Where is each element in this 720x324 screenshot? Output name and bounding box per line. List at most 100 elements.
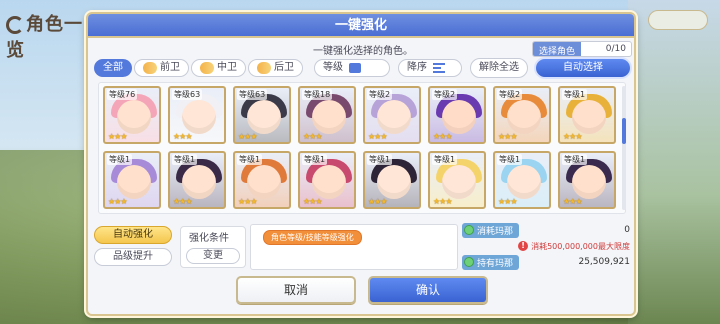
character-card[interactable]: 等级63 ★★★ xyxy=(233,86,291,144)
character-portrait xyxy=(182,100,216,134)
character-stars: ★★★ xyxy=(108,132,127,141)
mana-cost-value: 0 xyxy=(624,225,630,235)
position-filter-tabs: 全部 前卫 中卫 后卫 xyxy=(94,59,305,77)
dialog-footer: 取消 确认 xyxy=(88,276,634,314)
character-portrait xyxy=(572,165,606,199)
sort-icon xyxy=(349,63,361,73)
character-level: 等级18 xyxy=(302,89,333,100)
character-card[interactable]: 等级76 ★★★ xyxy=(103,86,161,144)
character-stars: ★★★ xyxy=(433,132,452,141)
character-stars: ★★★ xyxy=(303,197,322,206)
position-icon xyxy=(143,62,157,74)
warning-icon: ! xyxy=(518,241,529,251)
character-card[interactable]: 等级1 ★★★ xyxy=(558,151,616,209)
character-level: 等级63 xyxy=(237,89,268,100)
mana-coin-icon xyxy=(464,257,474,267)
mana-warning: ! 消耗500,000,000最大限度 xyxy=(462,238,632,254)
tab-front[interactable]: 前卫 xyxy=(134,59,189,77)
condition-tags-panel: 角色等级/技能等级强化 xyxy=(250,224,458,270)
character-level: 等级1 xyxy=(562,89,588,100)
character-stars: ★★★ xyxy=(173,132,192,141)
condition-label: 强化条件 xyxy=(189,233,229,244)
character-portrait xyxy=(182,165,216,199)
background-title: 角色一览 xyxy=(6,14,83,61)
confirm-button[interactable]: 确认 xyxy=(368,276,488,304)
character-card[interactable]: 等级63 ★★★ xyxy=(168,86,226,144)
character-card[interactable]: 等级1 ★★★ xyxy=(298,151,356,209)
mana-owned-value: 25,509,921 xyxy=(578,257,630,267)
character-stars: ★★★ xyxy=(238,132,257,141)
character-stars: ★★★ xyxy=(563,197,582,206)
character-portrait xyxy=(442,100,476,134)
character-portrait xyxy=(247,165,281,199)
character-card[interactable]: 等级1 ★★★ xyxy=(558,86,616,144)
background-right xyxy=(628,0,720,324)
selection-label: 选择角色 xyxy=(533,42,582,57)
cancel-button[interactable]: 取消 xyxy=(236,276,356,304)
character-card[interactable]: 等级1 ★★★ xyxy=(363,151,421,209)
character-stars: ★★★ xyxy=(108,197,127,206)
character-level: 等级1 xyxy=(172,154,198,165)
character-card[interactable]: 等级1 ★★★ xyxy=(233,151,291,209)
character-card[interactable]: 等级2 ★★★ xyxy=(428,86,486,144)
swirl-icon xyxy=(6,16,24,34)
character-portrait xyxy=(312,100,346,134)
character-portrait xyxy=(117,165,151,199)
mana-cost-row: 消耗玛那 0 xyxy=(462,222,632,238)
scrollbar-thumb[interactable] xyxy=(622,118,626,144)
character-card[interactable]: 等级18 ★★★ xyxy=(298,86,356,144)
rank-up-button[interactable]: 品级提升 xyxy=(94,248,172,266)
character-stars: ★★★ xyxy=(238,197,257,206)
character-portrait xyxy=(247,100,281,134)
character-level: 等级1 xyxy=(562,154,588,165)
auto-select-button[interactable]: 自动选择 xyxy=(534,57,632,79)
character-stars: ★★★ xyxy=(368,132,387,141)
character-card[interactable]: 等级1 ★★★ xyxy=(493,151,551,209)
change-condition-button[interactable]: 变更 xyxy=(186,248,240,264)
character-level: 等级63 xyxy=(172,89,203,100)
sort-order-button[interactable]: 降序 xyxy=(398,59,462,77)
tab-all[interactable]: 全部 xyxy=(94,59,132,77)
tab-middle[interactable]: 中卫 xyxy=(191,59,246,77)
character-portrait xyxy=(377,100,411,134)
character-stars: ★★★ xyxy=(433,197,452,206)
character-stars: ★★★ xyxy=(498,197,517,206)
character-level: 等级1 xyxy=(497,154,523,165)
tab-back[interactable]: 后卫 xyxy=(248,59,303,77)
character-portrait xyxy=(377,165,411,199)
character-stars: ★★★ xyxy=(173,197,192,206)
order-icon xyxy=(433,63,445,73)
mana-panel: 消耗玛那 0 ! 消耗500,000,000最大限度 持有玛那 25,509,92… xyxy=(462,222,632,274)
character-card[interactable]: 等级1 ★★★ xyxy=(103,151,161,209)
selection-value: 0/10 xyxy=(605,44,626,54)
character-level: 等级1 xyxy=(432,154,458,165)
character-level: 等级1 xyxy=(237,154,263,165)
auto-enhance-button[interactable]: 自动强化 xyxy=(94,226,172,244)
character-card[interactable]: 等级1 ★★★ xyxy=(428,151,486,209)
sort-level-button[interactable]: 等级 xyxy=(314,59,390,77)
character-level: 等级2 xyxy=(432,89,458,100)
position-icon xyxy=(200,62,214,74)
condition-panel: 强化条件 变更 xyxy=(180,226,246,268)
character-level: 等级2 xyxy=(497,89,523,100)
character-portrait xyxy=(442,165,476,199)
character-card[interactable]: 等级2 ★★★ xyxy=(493,86,551,144)
character-portrait xyxy=(312,165,346,199)
character-level: 等级1 xyxy=(302,154,328,165)
character-grid: 等级76 ★★★ 等级63 ★★★ 等级63 ★★★ 等级18 ★★★ 等级2 ★★★ 等级2 ★★★… xyxy=(98,82,626,214)
selection-counter: 选择角色 0/10 xyxy=(532,41,632,57)
grid-scrollbar[interactable] xyxy=(622,86,626,210)
position-icon xyxy=(257,62,271,74)
character-portrait xyxy=(507,165,541,199)
background-badge xyxy=(648,10,708,30)
character-level: 等级2 xyxy=(367,89,393,100)
enhance-dialog: 一键强化 一键强化选择的角色。 选择角色 0/10 全部 前卫 中卫 后卫 等级… xyxy=(86,12,636,316)
mana-owned-row: 持有玛那 25,509,921 xyxy=(462,254,632,270)
character-stars: ★★★ xyxy=(368,197,387,206)
mode-buttons: 自动强化 品级提升 xyxy=(94,226,172,270)
character-stars: ★★★ xyxy=(303,132,322,141)
character-card[interactable]: 等级1 ★★★ xyxy=(168,151,226,209)
deselect-all-button[interactable]: 解除全选 xyxy=(470,58,528,78)
character-stars: ★★★ xyxy=(498,132,517,141)
character-card[interactable]: 等级2 ★★★ xyxy=(363,86,421,144)
